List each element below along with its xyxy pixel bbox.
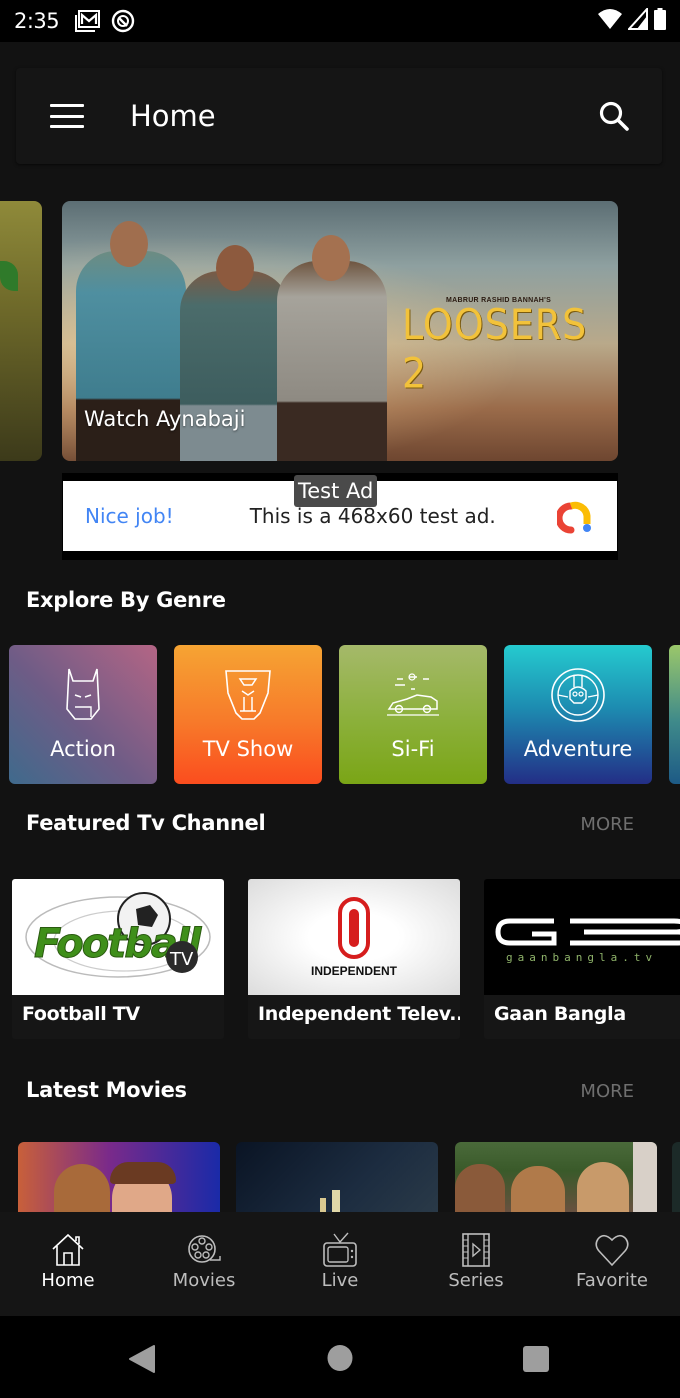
ad-banner[interactable]: Nice job! This is a 468x60 test ad. Test…	[62, 473, 618, 560]
home-circle-icon[interactable]	[326, 1344, 354, 1372]
nav-item-live[interactable]: Live	[272, 1212, 408, 1316]
skull-wheel-icon	[551, 668, 605, 722]
genre-section-title: Explore By Genre	[26, 588, 226, 612]
cellular-signal-icon	[626, 5, 648, 35]
film-strip-play-icon	[462, 1233, 490, 1267]
hamburger-menu-icon[interactable]	[50, 104, 84, 128]
nav-item-home[interactable]: Home	[0, 1212, 136, 1316]
system-navigation-bar	[0, 1316, 680, 1398]
movie-poster-partial[interactable]	[672, 1142, 680, 1214]
back-icon[interactable]	[128, 1344, 156, 1374]
search-icon[interactable]	[596, 98, 632, 134]
tv-icon	[323, 1232, 357, 1267]
status-bar: 2:35	[0, 0, 680, 42]
status-time: 2:35	[14, 9, 60, 33]
movies-section-title: Latest Movies	[26, 1078, 187, 1102]
nav-item-movies[interactable]: Movies	[136, 1212, 272, 1316]
channel-card-gaan-bangla[interactable]: gaanbangla.tv Gaan Bangla	[484, 879, 680, 1039]
movie-poster-period-drama[interactable]	[455, 1142, 657, 1214]
film-reel-icon	[188, 1235, 221, 1263]
movies-more-button[interactable]: MORE	[580, 1081, 634, 1102]
genre-label: Action	[50, 737, 116, 761]
svg-text:TV: TV	[169, 949, 194, 970]
nav-item-series[interactable]: Series	[408, 1212, 544, 1316]
ad-message: This is a 468x60 test ad.	[249, 504, 496, 528]
gaan-bangla-logo: gaanbangla.tv	[484, 879, 680, 995]
featured-banner[interactable]: MABRUR RASHID BANNAH'S LOOSERS 2 Watch A…	[62, 201, 618, 461]
channel-name: Football TV	[22, 1003, 140, 1025]
ad-headline: Nice job!	[85, 504, 174, 528]
genre-card-tv-show[interactable]: TV Show	[174, 645, 322, 784]
home-icon	[52, 1233, 84, 1266]
channel-name: Independent Telev...	[258, 1003, 460, 1025]
nav-label: Favorite	[576, 1270, 648, 1291]
genre-label: Adventure	[523, 737, 633, 761]
channel-name: Gaan Bangla	[494, 1003, 626, 1025]
nav-label: Home	[41, 1270, 95, 1291]
nav-label: Series	[448, 1270, 504, 1291]
football-tv-logo: Football TV	[12, 879, 224, 995]
nav-label: Movies	[172, 1270, 236, 1291]
genre-card-si-fi[interactable]: Si-Fi	[339, 645, 487, 784]
channel-card-independent[interactable]: INDEPENDENT Independent Telev...	[248, 879, 460, 1039]
channel-card-football-tv[interactable]: Football TV Football TV	[12, 879, 224, 1039]
genre-card-partial[interactable]	[669, 645, 680, 784]
nav-label: Live	[321, 1270, 359, 1291]
bottom-navigation: Home Movies Live Series Favorite	[0, 1212, 680, 1316]
admob-logo-icon	[557, 501, 591, 534]
movie-poster-dark-night[interactable]	[236, 1142, 438, 1214]
channels-more-button[interactable]: MORE	[580, 814, 634, 835]
batman-mask-icon	[66, 668, 100, 720]
flying-car-icon	[387, 673, 439, 716]
nav-item-favorite[interactable]: Favorite	[544, 1212, 680, 1316]
svg-text:INDEPENDENT: INDEPENDENT	[311, 964, 398, 978]
genre-card-action[interactable]: Action	[9, 645, 157, 784]
test-ad-label: Test Ad	[294, 475, 378, 507]
banner-caption: Watch Aynabaji	[84, 407, 246, 431]
app-bar: Home	[16, 68, 662, 164]
channel-section-title: Featured Tv Channel	[26, 811, 266, 835]
vpn-badge-icon	[111, 9, 135, 33]
heart-icon	[595, 1234, 629, 1267]
genre-label: Si-Fi	[391, 737, 435, 761]
battery-icon	[654, 7, 666, 35]
independent-tv-logo: INDEPENDENT	[248, 879, 460, 995]
page-title: Home	[130, 99, 216, 133]
gmail-icon	[75, 10, 101, 32]
wifi-icon	[598, 8, 622, 35]
recents-square-icon[interactable]	[522, 1345, 550, 1373]
banner-previous-slide[interactable]	[0, 201, 42, 461]
genre-card-adventure[interactable]: Adventure	[504, 645, 652, 784]
transformer-head-icon	[225, 670, 271, 720]
movie-poster-animated-spies[interactable]	[18, 1142, 220, 1214]
svg-text:gaanbangla.tv: gaanbangla.tv	[506, 951, 657, 964]
genre-label: TV Show	[202, 737, 294, 761]
poster-title: LOOSERS 2	[402, 300, 588, 398]
